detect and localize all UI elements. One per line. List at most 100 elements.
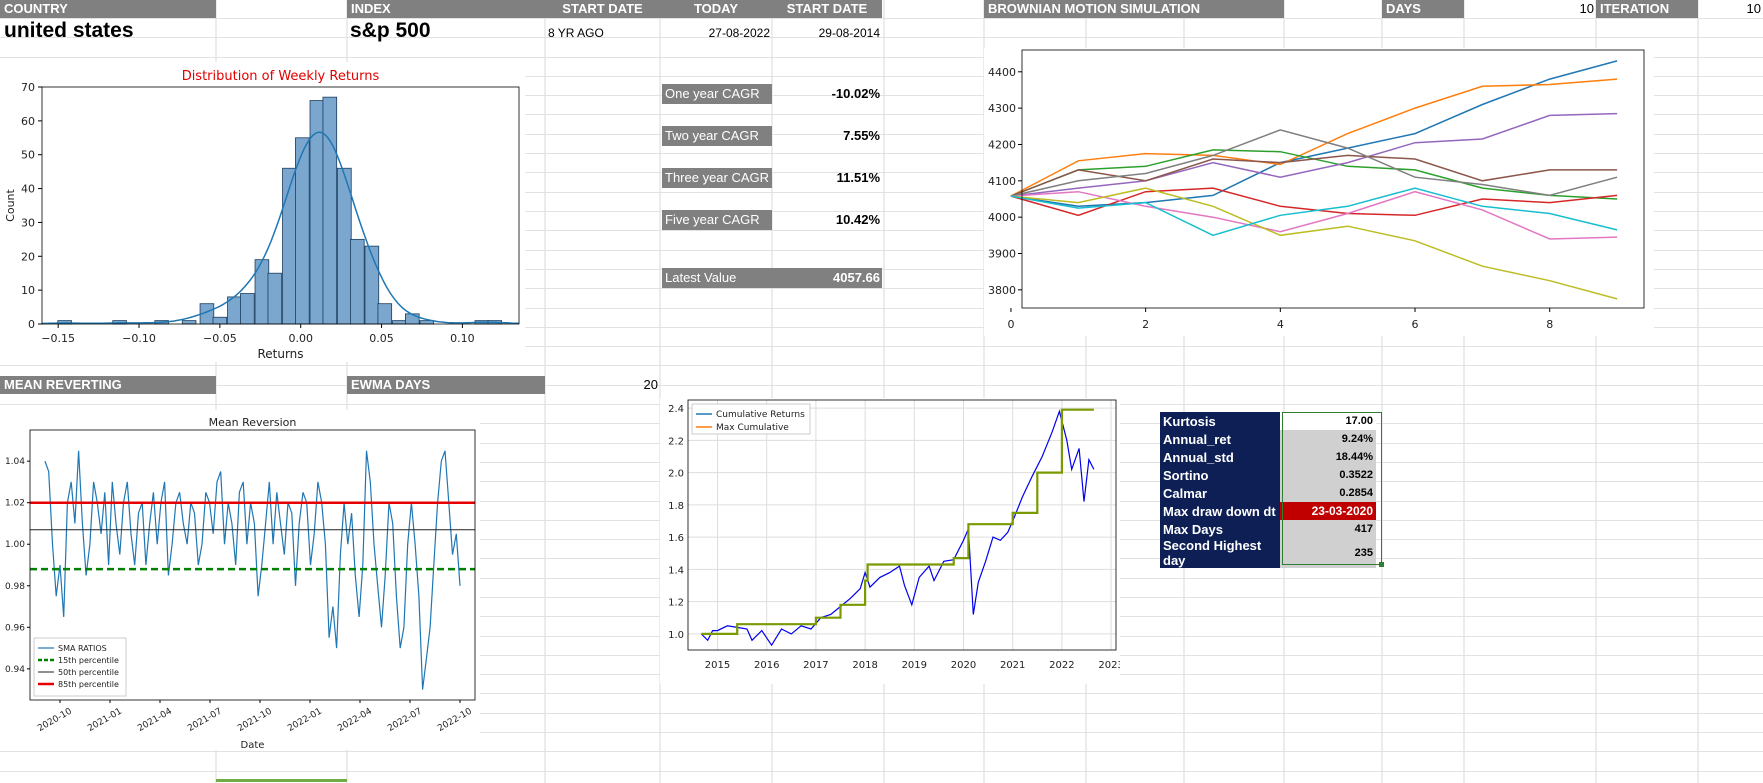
days-value[interactable]: 10: [1464, 0, 1594, 18]
mean-reversion-chart: Mean Reversion0.940.960.981.001.021.0420…: [0, 410, 480, 750]
ewma-days-value[interactable]: 20: [545, 376, 658, 394]
hist-bar: [240, 293, 255, 325]
hist-bar: [405, 313, 420, 325]
mean-reverting-header: MEAN REVERTING: [0, 376, 216, 394]
mean-legend-label: SMA RATIOS: [58, 644, 107, 653]
today-value[interactable]: 27-08-2022: [660, 24, 770, 42]
hist-bar: [364, 245, 380, 325]
stat-label: Annual_ret: [1160, 430, 1280, 448]
cum-xtick-label: 2016: [754, 660, 779, 671]
today-header: TODAY: [660, 0, 772, 18]
cum-xtick-label: 2017: [803, 660, 828, 671]
hist-bar: [322, 96, 338, 325]
cum-xtick-label: 2023: [1098, 660, 1120, 671]
brownian-motion-chart: 3800 3900 4000 4100 4200 4300 4400 0 2 4 6 8: [984, 48, 1654, 336]
mean-xlabel: Date: [241, 740, 265, 750]
brownian-background: [984, 48, 1654, 336]
stat-value[interactable]: 17.00: [1280, 412, 1376, 430]
cum-background: [660, 398, 1120, 684]
cum-legend-label: Cumulative Returns: [716, 410, 805, 420]
brownian-ytick-label: 3900: [988, 247, 1016, 260]
stat-row: Max draw down dt 23-03-2020: [1160, 502, 1376, 520]
stat-label: Kurtosis: [1160, 412, 1280, 430]
stat-label: Max draw down dt: [1160, 502, 1280, 520]
stat-value[interactable]: 417: [1280, 520, 1376, 538]
cagr-1-value[interactable]: -10.02%: [772, 84, 882, 104]
hist-xtick-label: −0.15: [41, 332, 75, 345]
stat-value[interactable]: 235: [1280, 538, 1376, 568]
cum-xtick-label: 2021: [1000, 660, 1025, 671]
stat-value[interactable]: 9.24%: [1280, 430, 1376, 448]
hist-xlabel: Returns: [257, 347, 303, 361]
hist-ytick-label: 20: [21, 250, 35, 263]
mean-legend-label: 15th percentile: [58, 656, 119, 665]
brownian-xtick-label: 4: [1277, 318, 1284, 331]
index-header: INDEX: [347, 0, 545, 18]
cagr-5-value[interactable]: 10.42%: [772, 210, 882, 230]
hist-ytick-label: 70: [21, 81, 35, 94]
brownian-xtick-label: 8: [1546, 318, 1553, 331]
stat-row: Annual_ret 9.24%: [1160, 430, 1376, 448]
yr-ago-value[interactable]: 8 YR AGO: [548, 24, 604, 42]
country-header: COUNTRY: [0, 0, 216, 18]
mean-ytick-label: 0.94: [5, 665, 25, 675]
cumulative-returns-chart: 1.0 1.2 1.4 1.6 1.8 2.0 2.2 2.4 2015 2016 2017 2018…: [660, 398, 1120, 684]
cum-xtick-label: 2018: [852, 660, 877, 671]
brownian-ytick-label: 3800: [988, 284, 1016, 297]
stat-label: Sortino: [1160, 466, 1280, 484]
cum-ytick-label: 2.0: [668, 469, 684, 480]
stat-row: Kurtosis 17.00: [1160, 412, 1376, 430]
stat-value[interactable]: 23-03-2020: [1280, 502, 1376, 520]
cell-cursor-indicator: [216, 779, 347, 782]
start-value[interactable]: 29-08-2014: [772, 24, 880, 42]
cum-ytick-label: 1.6: [668, 533, 684, 544]
hist-ytick-label: 40: [21, 183, 35, 196]
cagr-5-label: Five year CAGR: [662, 210, 772, 230]
cagr-2-label: Two year CAGR: [662, 126, 772, 146]
cagr-3-value[interactable]: 11.51%: [772, 168, 882, 188]
stat-label: Second Highest day: [1160, 538, 1280, 568]
iteration-header: ITERATION: [1596, 0, 1698, 18]
mean-background: [0, 410, 480, 750]
weekly-returns-histogram: Distribution of Weekly Returns 0 10 20 30 40 5…: [0, 62, 525, 362]
cum-xtick-label: 2020: [951, 660, 976, 671]
start-date-header-1: START DATE: [545, 0, 660, 18]
stat-value[interactable]: 18.44%: [1280, 448, 1376, 466]
mean-ytick-label: 0.98: [5, 582, 25, 592]
brownian-ytick-label: 4400: [988, 66, 1016, 79]
cagr-2-value[interactable]: 7.55%: [772, 126, 882, 146]
latest-value-label: Latest Value: [662, 268, 775, 288]
cum-ytick-label: 1.4: [668, 565, 684, 576]
mean-ytick-label: 1.02: [5, 499, 25, 509]
hist-xtick-label: 0.00: [288, 332, 313, 345]
cum-ytick-label: 2.4: [668, 404, 684, 415]
cagr-1-label: One year CAGR: [662, 84, 772, 104]
hist-bar: [337, 167, 352, 325]
stat-value[interactable]: 0.2854: [1280, 484, 1376, 502]
index-value[interactable]: s&p 500: [350, 18, 431, 44]
brownian-ytick-label: 4200: [988, 138, 1016, 151]
hist-xtick-label: −0.05: [203, 332, 237, 345]
stat-row: Calmar 0.2854: [1160, 484, 1376, 502]
hist-ytick-label: 60: [21, 115, 35, 128]
latest-value[interactable]: 4057.66: [775, 268, 882, 288]
stat-value[interactable]: 0.3522: [1280, 466, 1376, 484]
country-value[interactable]: united states: [4, 18, 134, 44]
stat-row: Second Highest day 235: [1160, 538, 1376, 568]
cum-xtick-label: 2015: [705, 660, 730, 671]
stat-label: Max Days: [1160, 520, 1280, 538]
mean-ytick-label: 1.00: [5, 540, 25, 550]
hist-bar: [377, 303, 393, 325]
mean-ytick-label: 1.04: [5, 457, 25, 467]
iteration-value[interactable]: 10: [1698, 0, 1761, 18]
hist-bar: [212, 316, 228, 325]
fill-handle[interactable]: [1379, 562, 1384, 567]
brownian-ytick-label: 4100: [988, 175, 1016, 188]
hist-bar: [392, 320, 407, 325]
hist-bar: [350, 238, 365, 325]
hist-ytick-label: 0: [28, 318, 35, 331]
brownian-ytick-label: 4000: [988, 211, 1016, 224]
cum-ytick-label: 1.0: [668, 630, 684, 641]
cum-xtick-label: 2019: [902, 660, 927, 671]
cum-xtick-label: 2022: [1049, 660, 1074, 671]
